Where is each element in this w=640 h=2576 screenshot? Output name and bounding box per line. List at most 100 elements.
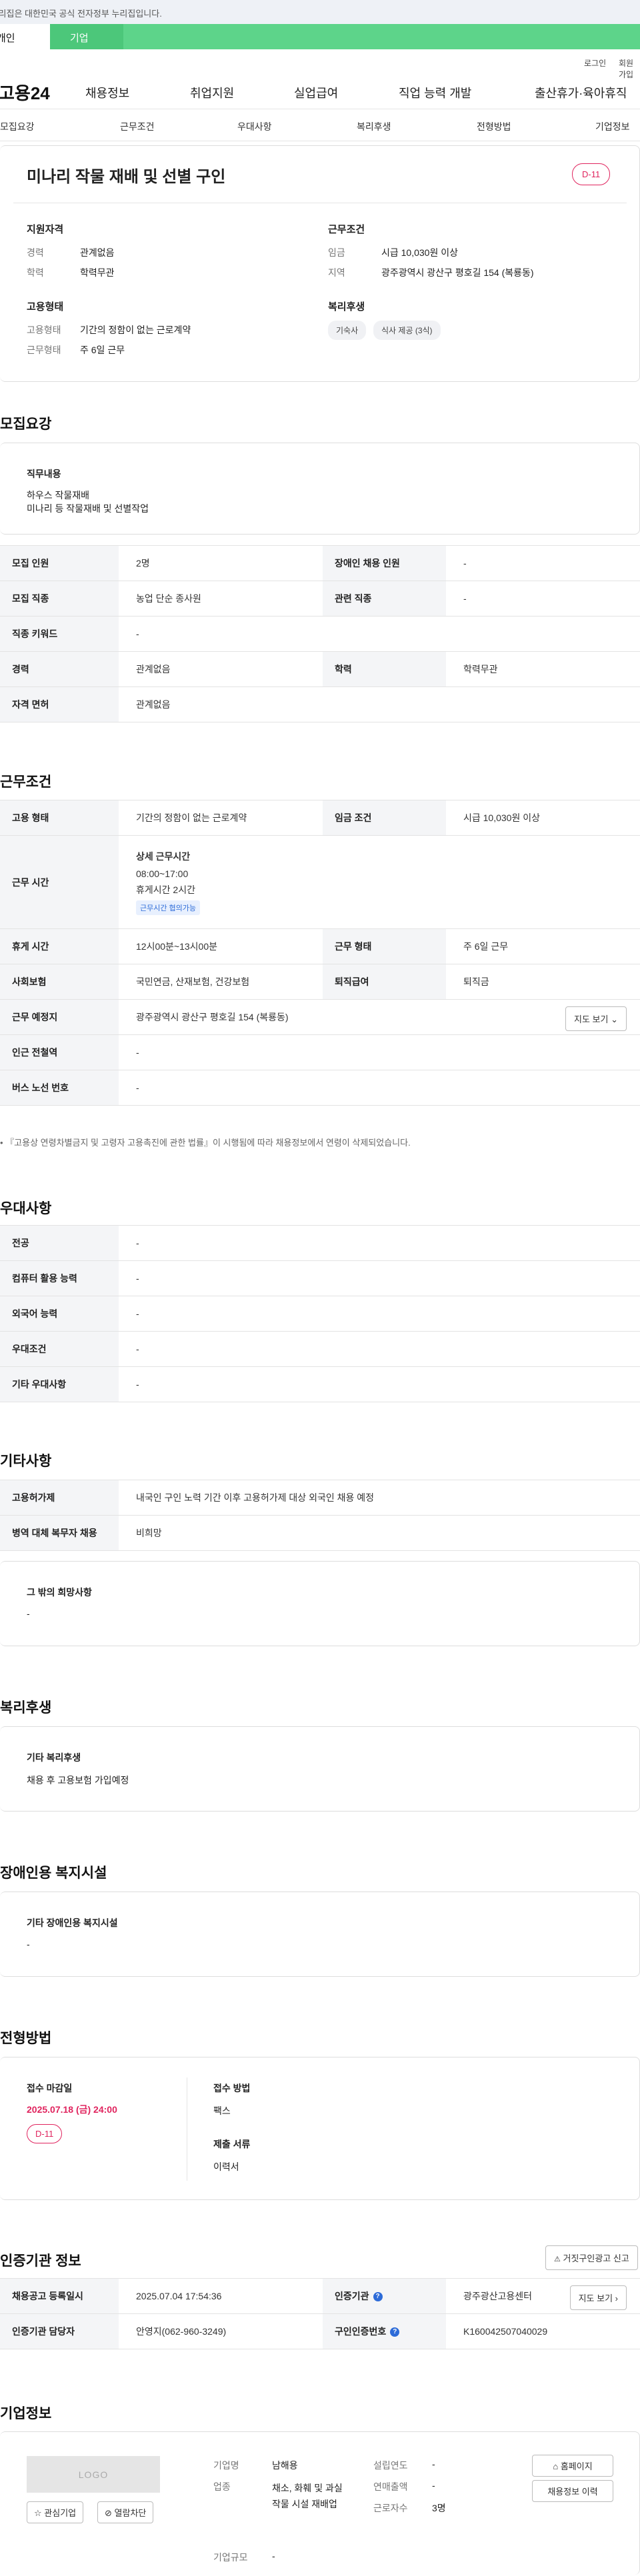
block-view-button[interactable]: ⊘ 열람차단 [97,2501,154,2523]
favorite-company-button[interactable]: ☆ 관심기업 [27,2501,84,2523]
site-logo[interactable]: 고용24 [0,80,50,105]
emp-type-value: 기간의 정함이 없는 근로계약 [80,325,191,335]
usertype-personal-tab[interactable]: 개인 [0,24,50,49]
table-row: 인증기관 담당자 안영지(062-960-3249) 구인인증번호? K1600… [0,2313,640,2349]
bullet-icon: • [0,1138,6,1148]
job-history-button[interactable]: 채용정보 이력 [532,2480,613,2502]
recruit-table: 모집 인원 2명 장애인 채용 인원 - 모집 직종 농업 단순 종사원 관련 … [0,545,640,722]
gov-notice-bar: 이 누리집은 대한민국 공식 전자정부 누리집입니다. [0,0,640,24]
gnb-menu-jobs[interactable]: 채용정보 [85,84,129,101]
method-value: 팩스 [213,2105,231,2116]
cert-table: 채용공고 등록일시 2025.07.04 17:54:36 인증기관? 광주광산… [0,2278,640,2349]
table-row: 인근 전철역 - [0,1034,640,1070]
company-box: LOGO ☆ 관심기업 ⊘ 열람차단 기업명 남해용 업종 채소, 화훼 및 과… [0,2431,640,2575]
hours-break: 휴게시간 2시간 [136,884,195,895]
tab-welfare[interactable]: 복리후생 [357,120,391,133]
dday-badge: D-11 [572,163,611,185]
welfare-box-value: 채용 후 고용보험 가입예정 [27,1775,129,1786]
gnb-menu-unemployment-benefit[interactable]: 실업급여 [294,84,338,101]
cert-map-button[interactable]: 지도 보기 › [569,2285,627,2310]
tab-recruit[interactable]: 모집요강 [0,120,35,133]
other-wishes-box: 그 밖의 희망사항 - [0,1561,640,1646]
company-emp-value: 3명 [432,2503,446,2513]
section-title-disability: 장애인용 복지시설 [0,1866,107,1881]
method-heading: 접수 방법 [213,2083,251,2093]
hours-time: 08:00~17:00 [136,868,189,879]
table-row: 경력 관계없음 학력 학력무관 [0,651,640,687]
work-days-value: 주 6일 근무 [80,345,125,355]
disability-box: 기타 장애인용 복지시설 - [0,1892,640,1977]
workplace-address: 광주광역시 광산구 평호길 154 (복룡동) [136,1012,289,1022]
chevron-down-icon: ⌄ [611,1014,618,1024]
utility-nav: 로그인 회원가입 [0,49,640,79]
block-icon: ⊘ [105,2508,112,2518]
conditions-table: 고용 형태 기간의 정함이 없는 근로계약 임금 조건 시급 10,030원 이… [0,800,640,1106]
duty-box: 직무내용 하우스 작물재배 미나리 등 작물재배 및 선별작업 [0,443,640,535]
gnb-menu-skills-development[interactable]: 직업 능력 개발 [399,84,471,101]
tab-conditions[interactable]: 근무조건 [120,120,155,133]
tab-selection[interactable]: 전형방법 [477,120,511,133]
info-icon[interactable]: ? [390,2327,400,2337]
welfare-chip: 기숙사 [328,321,367,340]
section-title-etc: 기타사항 [0,1454,52,1469]
tab-company[interactable]: 기업정보 [595,120,630,133]
table-row: 병역 대체 복무자 채용 비희망 [0,1515,640,1551]
table-row: 전공 - [0,1225,640,1261]
table-row: 고용허가제 내국인 구인 노력 기간 이후 고용허가제 대상 외국인 채용 예정 [0,1480,640,1516]
alert-icon: ⚠ [554,2255,561,2263]
table-row: 고용 형태 기간의 정함이 없는 근로계약 임금 조건 시급 10,030원 이… [0,800,640,836]
section-title-selection: 전형방법 [0,2031,52,2046]
chevron-right-icon: › [615,2293,618,2303]
disability-box-value: - [27,1939,30,1949]
table-row: 채용공고 등록일시 2025.07.04 17:54:36 인증기관? 광주광산… [0,2278,640,2314]
table-row: 기타 우대사항 - [0,1366,640,1402]
section-title-cert: 인증기관 정보 [0,2253,81,2269]
company-logo: LOGO [27,2456,160,2493]
job-title: 미나리 작물 재배 및 선별 구인 [27,168,226,186]
disability-box-heading: 기타 장애인용 복지시설 [27,1918,118,1928]
gnb-menu-maternity-leave[interactable]: 출산휴가·육아휴직 [535,84,627,101]
duty-heading: 직무내용 [27,469,61,479]
false-ad-report-button[interactable]: ⚠ 거짓구인광고 신고 [545,2245,638,2270]
welfare-chip: 식사 제공 (3식) [373,321,441,340]
table-row: 사회보험 국민연금, 산재보험, 건강보험 퇴직급여 퇴직금 [0,964,640,1000]
star-icon: ☆ [34,2508,42,2518]
duty-line: 하우스 작물재배 [27,490,90,501]
deadline-heading: 접수 마감일 [27,2083,73,2093]
usertype-corporate-tab[interactable]: 기업 [50,24,123,49]
wage-value: 시급 10,030원 이상 [381,247,458,258]
table-row: 근무 시간 상세 근무시간 08:00~17:00 휴게시간 2시간 근무시간 … [0,835,640,929]
login-link[interactable]: 로그인 [584,57,606,69]
area-value: 광주광역시 광산구 평호길 154 (복룡동) [381,267,534,278]
info-icon[interactable]: ? [373,2292,383,2302]
table-row: 자격 면허 관계없음 [0,686,640,722]
table-row: 근무 예정지 광주광역시 광산구 평호길 154 (복룡동) 지도 보기 ⌄ [0,999,640,1035]
other-wishes-heading: 그 밖의 희망사항 [27,1587,92,1598]
detail-tabs: 모집요강 근무조건 우대사항 복리후생 전형방법 기업정보 [0,109,640,141]
global-nav: 고용24 채용정보 취업지원 실업급여 직업 능력 개발 출산휴가·육아휴직 [0,69,640,109]
gov-notice-text: 이 누리집은 대한민국 공식 전자정부 누리집입니다. [0,9,162,19]
hours-negotiable-badge: 근무시간 협의가능 [136,900,201,915]
home-icon: ⌂ [553,2461,559,2471]
company-biz-value: 채소, 화훼 및 과실작물 시설 재배업 [272,2483,343,2509]
duty-line: 미나리 등 작물재배 및 선별작업 [27,503,149,514]
table-row: 우대조건 - [0,1331,640,1367]
deadline-value: 2025.07.18 (금) 24:00 [27,2104,117,2115]
tab-preferences[interactable]: 우대사항 [237,120,272,133]
work-heading: 근무조건 [328,224,365,235]
welfare-box: 기타 복리후생 채용 후 고용보험 가입예정 [0,1726,640,1812]
company-sales-value: - [432,2480,435,2491]
company-est-value: - [432,2459,435,2469]
docs-heading: 제출 서류 [213,2139,251,2149]
section-title-welfare: 복리후생 [0,1700,52,1716]
section-title-preferences: 우대사항 [0,1201,52,1216]
section-title-conditions: 근무조건 [0,774,52,790]
gnb-menu-employment-support[interactable]: 취업지원 [190,84,234,101]
welfare-box-heading: 기타 복리후생 [27,1752,81,1763]
company-name-value: 남해용 [272,2460,298,2471]
emp-heading: 고용형태 [27,301,64,313]
map-view-button[interactable]: 지도 보기 ⌄ [565,1006,627,1031]
career-value: 관계없음 [80,247,115,258]
section-title-company: 기업정보 [0,2406,52,2421]
homepage-button[interactable]: ⌂ 홈페이지 [532,2455,613,2477]
